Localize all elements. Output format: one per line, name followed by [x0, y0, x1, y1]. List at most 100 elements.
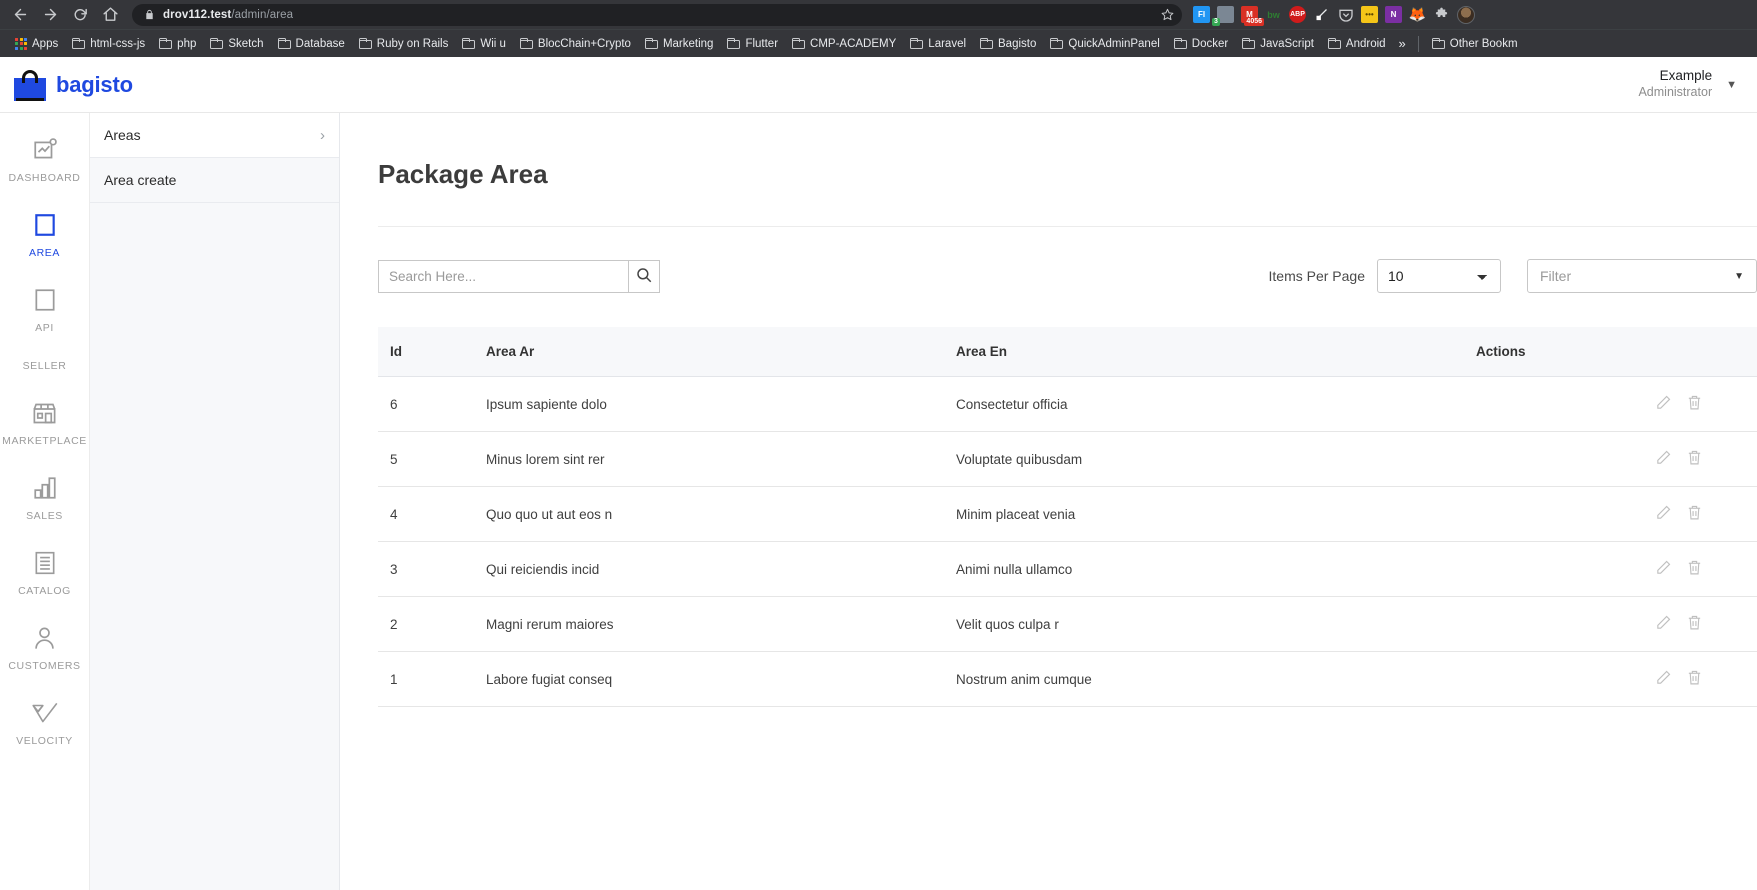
- address-bar[interactable]: drov112.test/admin/area: [132, 3, 1182, 26]
- edit-icon[interactable]: [1655, 449, 1672, 466]
- bookmark-other-bookmarks[interactable]: Other Bookm: [1425, 35, 1525, 53]
- table-row[interactable]: 3 Qui reiciendis incid Animi nulla ullam…: [378, 541, 1757, 597]
- delete-icon[interactable]: [1686, 394, 1703, 411]
- bookmark-cmp-academy[interactable]: CMP-ACADEMY: [785, 35, 903, 53]
- column-header-id[interactable]: Id: [378, 327, 474, 377]
- chevron-down-icon[interactable]: ▼: [1726, 79, 1737, 91]
- filter-dropdown[interactable]: Filter ▼: [1527, 259, 1757, 293]
- cell-area-en: Consectetur officia: [944, 376, 1464, 432]
- bookmark-android[interactable]: Android: [1321, 35, 1393, 53]
- cell-actions: [1464, 376, 1757, 432]
- onenote-extension-icon[interactable]: N: [1385, 6, 1402, 23]
- sidebar-item-area-create[interactable]: Area create: [90, 158, 339, 203]
- column-header-area-ar[interactable]: Area Ar: [474, 327, 944, 377]
- home-button[interactable]: [96, 1, 124, 29]
- bw-extension-icon[interactable]: bw: [1265, 6, 1282, 23]
- bookmark-html-css-js[interactable]: html-css-js: [65, 35, 152, 53]
- puzzle-extension-icon[interactable]: [1433, 6, 1450, 23]
- bookmark-star-icon[interactable]: [1161, 8, 1174, 21]
- sidebar-item-seller[interactable]: SELLER: [0, 360, 89, 372]
- sidebar-item-area[interactable]: AREA: [0, 210, 89, 259]
- folder-icon: [1431, 38, 1445, 49]
- sidebar-item-velocity[interactable]: VELOCITY: [0, 698, 89, 747]
- cell-id: 6: [378, 376, 474, 432]
- profile-avatar[interactable]: [1457, 5, 1475, 24]
- reload-button[interactable]: [66, 1, 94, 29]
- delete-icon[interactable]: [1686, 614, 1703, 631]
- bar-chart-icon: [30, 473, 60, 503]
- browser-chrome: drov112.test/admin/area FI 3 M 4056 bw A…: [0, 0, 1757, 57]
- brand-logo[interactable]: bagisto: [14, 69, 133, 101]
- sidebar-item-areas[interactable]: Areas ›: [90, 113, 339, 158]
- sidebar-item-catalog[interactable]: CATALOG: [0, 548, 89, 597]
- yellow-extension-icon[interactable]: •••: [1361, 6, 1378, 23]
- table-row[interactable]: 6 Ipsum sapiente dolo Consectetur offici…: [378, 376, 1757, 432]
- bookmark-ruby-on-rails[interactable]: Ruby on Rails: [352, 35, 456, 53]
- cell-area-ar: Quo quo ut aut eos n: [474, 486, 944, 542]
- table-row[interactable]: 4 Quo quo ut aut eos n Minim placeat ven…: [378, 486, 1757, 542]
- sidebar-item-label: API: [35, 322, 54, 334]
- gmail-extension-icon[interactable]: M 4056: [1241, 6, 1264, 26]
- edit-icon[interactable]: [1655, 614, 1672, 631]
- edit-icon[interactable]: [1655, 669, 1672, 686]
- search-input[interactable]: [378, 259, 628, 293]
- sidebar-item-marketplace[interactable]: MARKETPLACE: [0, 398, 89, 447]
- pocket-extension-icon[interactable]: [1337, 6, 1354, 23]
- edit-icon[interactable]: [1655, 504, 1672, 521]
- sidebar-rail: DASHBOARD AREA API SELLER MARKETPLACE SA…: [0, 113, 90, 890]
- firefox-extension-icon[interactable]: 🦊: [1409, 6, 1426, 23]
- table-row[interactable]: 5 Minus lorem sint rer Voluptate quibusd…: [378, 431, 1757, 487]
- search-button[interactable]: [628, 259, 660, 293]
- bookmark-quickadminpanel[interactable]: QuickAdminPanel: [1043, 35, 1166, 53]
- pen-extension-icon[interactable]: [1313, 6, 1330, 23]
- column-header-area-en[interactable]: Area En: [944, 327, 1464, 377]
- shopping-bag-icon: [14, 69, 46, 101]
- app-shell: DASHBOARD AREA API SELLER MARKETPLACE SA…: [0, 113, 1757, 890]
- title-divider: [378, 226, 1757, 227]
- sidebar-item-label: VELOCITY: [16, 735, 73, 747]
- bookmark-javascript[interactable]: JavaScript: [1235, 35, 1321, 53]
- bookmark-bagisto[interactable]: Bagisto: [973, 35, 1043, 53]
- notes-extension-icon[interactable]: 3: [1212, 6, 1234, 26]
- bookmarks-overflow-button[interactable]: »: [1393, 33, 1412, 54]
- bookmark-sketch[interactable]: Sketch: [203, 35, 270, 53]
- forward-button[interactable]: [36, 1, 64, 29]
- bookmark-label: Android: [1345, 37, 1386, 50]
- fi-extension-icon[interactable]: FI: [1193, 6, 1210, 23]
- sidebar-item-dashboard[interactable]: DASHBOARD: [0, 135, 89, 184]
- bookmark-wii-u[interactable]: Wii u: [455, 35, 513, 53]
- bookmark-label: Other Bookm: [1449, 37, 1518, 50]
- sidebar-item-customers[interactable]: CUSTOMERS: [0, 623, 89, 672]
- bookmark-blocchain-crypto[interactable]: BlocChain+Crypto: [513, 35, 638, 53]
- bookmark-laravel[interactable]: Laravel: [903, 35, 973, 53]
- delete-icon[interactable]: [1686, 669, 1703, 686]
- bookmark-apps[interactable]: Apps: [8, 35, 65, 53]
- edit-icon[interactable]: [1655, 394, 1672, 411]
- table-row[interactable]: 2 Magni rerum maiores Velit quos culpa r: [378, 596, 1757, 652]
- items-per-page-select[interactable]: 10: [1377, 259, 1501, 293]
- sidebar-item-label: MARKETPLACE: [2, 435, 87, 447]
- bookmark-marketing[interactable]: Marketing: [638, 35, 721, 53]
- edit-icon[interactable]: [1655, 559, 1672, 576]
- delete-icon[interactable]: [1686, 504, 1703, 521]
- sidebar-item-api[interactable]: API: [0, 285, 89, 334]
- bookmark-flutter[interactable]: Flutter: [720, 35, 785, 53]
- gmail-extension-badge: 4056: [1244, 18, 1264, 26]
- back-button[interactable]: [6, 1, 34, 29]
- cell-area-ar: Minus lorem sint rer: [474, 431, 944, 487]
- chevron-right-icon[interactable]: ›: [320, 128, 325, 143]
- bookmark-database[interactable]: Database: [271, 35, 352, 53]
- url-text: drov112.test/admin/area: [163, 9, 293, 21]
- delete-icon[interactable]: [1686, 559, 1703, 576]
- table-row[interactable]: 1 Labore fugiat conseq Nostrum anim cumq…: [378, 651, 1757, 707]
- adblock-extension-icon[interactable]: ABP: [1289, 6, 1306, 23]
- cell-area-en: Voluptate quibusdam: [944, 431, 1464, 487]
- bookmark-php[interactable]: php: [152, 35, 203, 53]
- bookmark-label: Wii u: [480, 37, 506, 50]
- delete-icon[interactable]: [1686, 449, 1703, 466]
- bookmark-docker[interactable]: Docker: [1167, 35, 1235, 53]
- user-menu[interactable]: Example Administrator ▼: [1638, 68, 1737, 101]
- cell-area-en: Nostrum anim cumque: [944, 651, 1464, 707]
- folder-icon: [1173, 38, 1187, 49]
- sidebar-item-sales[interactable]: SALES: [0, 473, 89, 522]
